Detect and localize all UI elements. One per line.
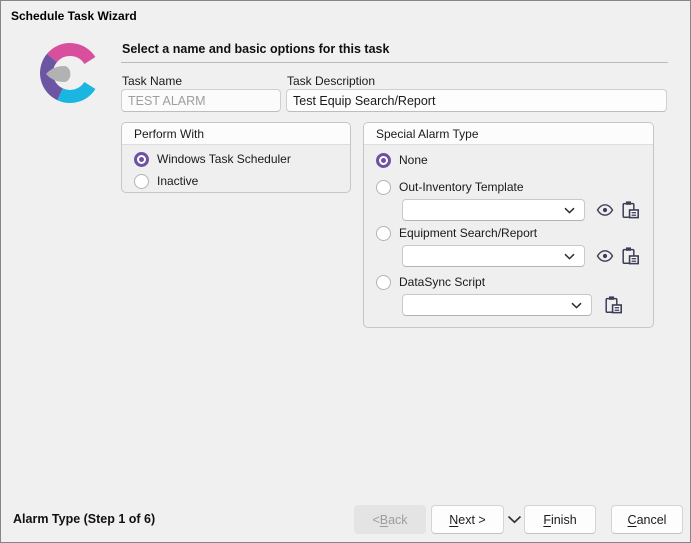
equipment-search-report-combobox[interactable] bbox=[402, 245, 585, 267]
back-button[interactable]: < Back bbox=[354, 505, 426, 534]
clipboard-paste-icon[interactable] bbox=[620, 199, 641, 221]
special-alarm-type-group-title: Special Alarm Type bbox=[364, 123, 653, 145]
radio-unselected-icon bbox=[376, 226, 391, 241]
radio-label: DataSync Script bbox=[399, 275, 485, 289]
preview-eye-icon[interactable] bbox=[595, 245, 616, 267]
radio-option-inactive[interactable]: Inactive bbox=[134, 171, 338, 191]
radio-label: Inactive bbox=[157, 174, 198, 188]
radio-option-none[interactable]: None bbox=[376, 150, 641, 170]
radio-unselected-icon bbox=[376, 275, 391, 290]
radio-option-equipment-search-report[interactable]: Equipment Search/Report bbox=[376, 223, 641, 243]
out-inventory-template-combobox[interactable] bbox=[402, 199, 585, 221]
preview-eye-icon[interactable] bbox=[595, 199, 616, 221]
radio-unselected-icon bbox=[376, 180, 391, 195]
task-name-input[interactable]: TEST ALARM bbox=[121, 89, 281, 112]
radio-label: Equipment Search/Report bbox=[399, 226, 537, 240]
wizard-step-label: Alarm Type (Step 1 of 6) bbox=[13, 512, 155, 526]
heading-separator bbox=[121, 62, 668, 63]
chevron-down-icon bbox=[571, 302, 582, 309]
chevron-down-icon bbox=[564, 207, 575, 214]
radio-unselected-icon bbox=[134, 174, 149, 189]
datasync-script-combobox[interactable] bbox=[402, 294, 592, 316]
next-button[interactable]: Next > bbox=[431, 505, 504, 534]
wizard-navigation-buttons: < Back Next > Finish Cancel bbox=[354, 505, 683, 534]
radio-option-datasync-script[interactable]: DataSync Script bbox=[376, 272, 641, 292]
radio-option-windows-task-scheduler[interactable]: Windows Task Scheduler bbox=[134, 149, 338, 169]
special-alarm-type-groupbox: Special Alarm Type None Out-Inventory Te… bbox=[363, 122, 654, 328]
clipboard-paste-icon[interactable] bbox=[602, 294, 624, 316]
task-description-label: Task Description bbox=[287, 74, 375, 88]
radio-selected-icon bbox=[376, 153, 391, 168]
radio-option-out-inventory-template[interactable]: Out-Inventory Template bbox=[376, 177, 641, 197]
perform-with-group-title: Perform With bbox=[122, 123, 350, 145]
task-name-label: Task Name bbox=[122, 74, 182, 88]
finish-button[interactable]: Finish bbox=[524, 505, 596, 534]
app-logo-icon bbox=[38, 41, 102, 105]
chevron-down-icon bbox=[564, 253, 575, 260]
radio-label: Out-Inventory Template bbox=[399, 180, 524, 194]
schedule-task-wizard-window: Schedule Task Wizard Select a name and b… bbox=[0, 0, 691, 543]
radio-label: None bbox=[399, 153, 428, 167]
radio-label: Windows Task Scheduler bbox=[157, 152, 291, 166]
perform-with-groupbox: Perform With Windows Task Scheduler Inac… bbox=[121, 122, 351, 193]
radio-selected-icon bbox=[134, 152, 149, 167]
window-title: Schedule Task Wizard bbox=[11, 9, 137, 23]
wizard-instruction-heading: Select a name and basic options for this… bbox=[122, 42, 389, 56]
clipboard-paste-icon[interactable] bbox=[620, 245, 641, 267]
cancel-button[interactable]: Cancel bbox=[611, 505, 683, 534]
next-dropdown-chevron-icon[interactable] bbox=[504, 505, 524, 534]
task-description-input[interactable]: Test Equip Search/Report bbox=[286, 89, 667, 112]
